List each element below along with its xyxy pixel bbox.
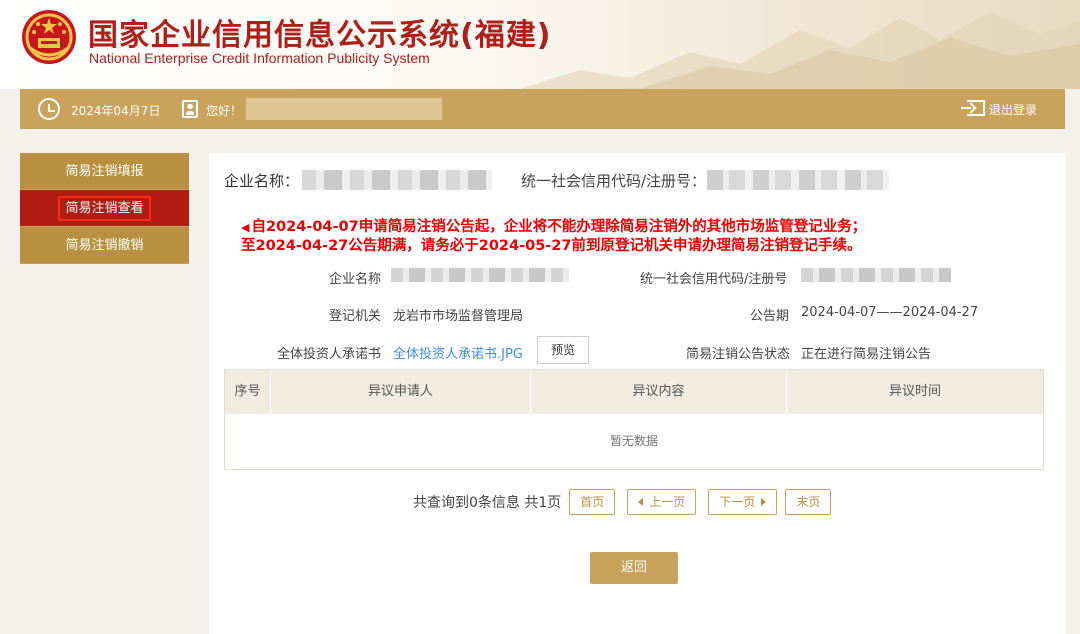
clock-icon [38, 98, 60, 120]
sidebar-item-label: 简易注销撤销 [65, 238, 144, 253]
main-panel: 企业名称： 统一社会信用代码/注册号： ◀ 自2024-04-07申请简易注销公告… [209, 153, 1065, 634]
commitment-file-link[interactable]: 全体投资人承诺书.JPG [393, 343, 523, 362]
user-card-icon [182, 100, 198, 118]
credit-code-field-redacted [801, 268, 951, 282]
registry-value: 龙岩市市场监督管理局 [393, 309, 524, 324]
objection-table: 序号 异议申请人 异议内容 异议时间 暂无数据 [224, 369, 1044, 470]
sidebar-item-revoke[interactable]: 简易注销撤销 [20, 227, 189, 264]
credit-code-redacted [707, 170, 889, 190]
logout-icon[interactable] [961, 100, 985, 116]
credit-code-field-label: 统一社会信用代码/注册号 [640, 272, 788, 287]
status-value: 正在进行简易注销公告 [801, 347, 932, 362]
info-bar: 2024年04月7日 您好！ 退出登录 [20, 89, 1065, 129]
next-page-button[interactable]: 下一页 [708, 489, 778, 515]
warning-line-2: 至2024-04-27公告期满，请务必于2024-05-27前到原登记机关申请办… [241, 238, 862, 254]
enterprise-name-label: 企业名称： [224, 172, 300, 190]
warning-notice: ◀ 自2024-04-07申请简易注销公告起，企业将不能办理除简易注销外的其他市场… [241, 218, 866, 255]
sidebar-item-label: 简易注销查看 [58, 196, 151, 221]
sidebar: 简易注销填报 简易注销查看 简易注销撤销 [20, 153, 189, 264]
status-label: 简易注销公告状态 [686, 347, 791, 362]
company-name-label: 企业名称 [329, 272, 382, 287]
first-page-button[interactable]: 首页 [569, 489, 616, 515]
username-redacted [246, 98, 442, 120]
preview-button[interactable]: 预览 [537, 336, 589, 364]
prev-page-label: 上一页 [649, 495, 686, 509]
national-emblem-icon [22, 10, 76, 64]
greeting-text: 您好！ [206, 104, 243, 118]
system-title: 国家企业信用信息公示系统(福建) [88, 18, 552, 53]
company-name-redacted [391, 268, 569, 282]
prev-page-button[interactable]: 上一页 [627, 489, 697, 515]
logout-link[interactable]: 退出登录 [989, 101, 1037, 118]
last-page-label: 末页 [796, 495, 821, 509]
col-applicant: 异议申请人 [271, 370, 531, 414]
first-page-label: 首页 [580, 495, 605, 509]
site-header: 国家企业信用信息公示系统(福建) National Enterprise Cre… [0, 0, 1080, 89]
enterprise-name-redacted [302, 170, 492, 190]
period-label: 公告期 [750, 309, 790, 324]
period-value: 2024-04-07——2024-04-27 [801, 305, 979, 320]
caret-left-icon [638, 498, 644, 506]
registry-label: 登记机关 [329, 309, 382, 324]
current-date: 2024年04月7日 [71, 104, 161, 118]
pagination-summary: 共查询到0条信息 共1页 [413, 495, 562, 511]
back-button[interactable]: 返回 [590, 552, 678, 584]
commitment-label: 全体投资人承诺书 [277, 347, 382, 362]
col-time: 异议时间 [888, 384, 941, 399]
col-content: 异议内容 [531, 370, 787, 414]
sidebar-item-fill[interactable]: 简易注销填报 [20, 153, 189, 190]
empty-state: 暂无数据 [225, 414, 1043, 469]
credit-code-label: 统一社会信用代码/注册号： [521, 172, 707, 190]
sidebar-item-view[interactable]: 简易注销查看 [20, 190, 189, 227]
speaker-icon: ◀ [241, 221, 250, 234]
mountain-decoration [520, 12, 1080, 89]
pagination: 共查询到0条信息 共1页 首页 上一页 下一页 末页 [413, 489, 832, 515]
sidebar-item-label: 简易注销填报 [65, 164, 144, 179]
table-header: 序号 异议申请人 异议内容 异议时间 [225, 370, 1043, 414]
caret-right-icon [761, 498, 767, 506]
warning-line-1: 自2024-04-07申请简易注销公告起，企业将不能办理除简易注销外的其他市场监… [251, 219, 867, 235]
last-page-button[interactable]: 末页 [785, 489, 832, 515]
system-subtitle: National Enterprise Credit Information P… [89, 50, 430, 66]
col-index: 序号 [225, 370, 271, 414]
next-page-label: 下一页 [719, 495, 756, 509]
